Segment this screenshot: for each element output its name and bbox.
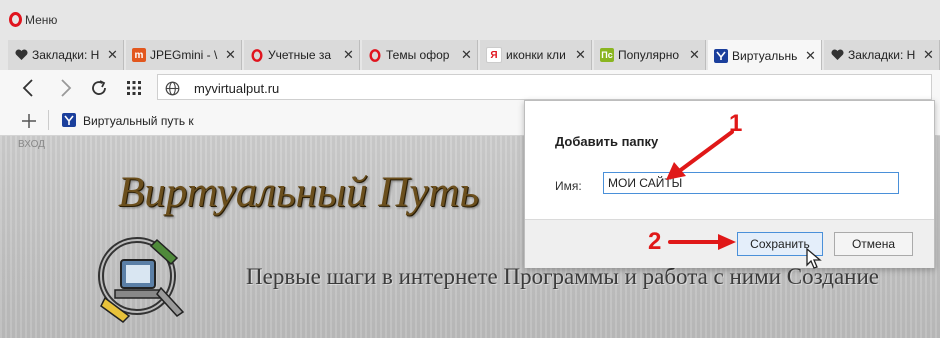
speed-dial-icon[interactable] [124,78,144,98]
globe-icon[interactable] [162,78,182,98]
close-icon[interactable]: ✕ [461,47,472,63]
tab-yandex-icons[interactable]: Я иконки кли ✕ [480,40,592,70]
close-icon[interactable]: ✕ [575,47,586,63]
folder-name-label: Имя: [555,179,582,193]
close-icon[interactable]: ✕ [923,47,934,63]
close-icon[interactable]: ✕ [689,47,700,63]
annotation-arrow-2 [668,234,736,250]
site-logo-icon [95,228,190,328]
cancel-button[interactable]: Отмена [834,232,913,256]
reload-icon[interactable] [89,78,109,98]
tab-themes[interactable]: Темы офор ✕ [362,40,478,70]
tab-bookmarks-2[interactable]: Закладки: Н ✕ [824,40,940,70]
bookmark-item-virtual-put[interactable]: Виртуальный путь к [83,114,195,128]
tab-title: Популярно [618,48,680,62]
back-icon[interactable] [18,78,38,98]
title-bar [0,0,947,37]
close-icon[interactable]: ✕ [225,47,236,63]
tab-bookmarks-1[interactable]: Закладки: Н ✕ [8,40,124,70]
tab-accounts[interactable]: Учетные за ✕ [244,40,360,70]
tab-title: Виртуальнь [732,48,798,63]
add-bookmark-icon[interactable] [20,112,38,130]
tab-title: иконки кли [506,48,566,62]
bookmarks-divider [48,110,49,130]
jpegmini-icon: m [132,48,146,62]
tab-title: Закладки: Н [848,48,916,62]
opera-icon [250,48,264,62]
heart-icon [830,48,844,62]
tab-jpegmini[interactable]: m JPEGmini - \ ✕ [126,40,242,70]
pc-icon: Пс [600,48,614,62]
forward-icon[interactable] [56,78,76,98]
window-edge [940,0,947,338]
opera-logo-icon[interactable] [9,12,22,27]
heart-icon [14,48,28,62]
close-icon[interactable]: ✕ [805,48,816,64]
dialog-title: Добавить папку [555,134,659,149]
tab-title: Учетные за [268,48,332,62]
mouse-cursor-icon [806,248,822,269]
tab-title: Темы офор [386,48,450,62]
yandex-icon: Я [486,47,502,63]
site-icon [714,48,728,63]
site-icon [62,113,76,127]
opera-icon [368,48,382,62]
close-icon[interactable]: ✕ [107,47,118,63]
tab-virtual-put[interactable]: Виртуальнь ✕ [708,40,822,71]
login-link[interactable]: ВХОД [18,140,45,150]
close-icon[interactable]: ✕ [343,47,354,63]
site-title: Виртуальный Путь [118,169,480,216]
url-text[interactable]: myvirtualput.ru [194,81,279,96]
menu-button[interactable]: Меню [25,13,57,27]
tab-popular[interactable]: Пс Популярно ✕ [594,40,706,70]
tab-title: JPEGmini - \ [150,48,218,62]
annotation-step-2: 2 [648,228,662,255]
tab-title: Закладки: Н [32,48,100,62]
folder-name-input[interactable] [603,172,899,194]
annotation-arrow-1 [666,130,734,180]
